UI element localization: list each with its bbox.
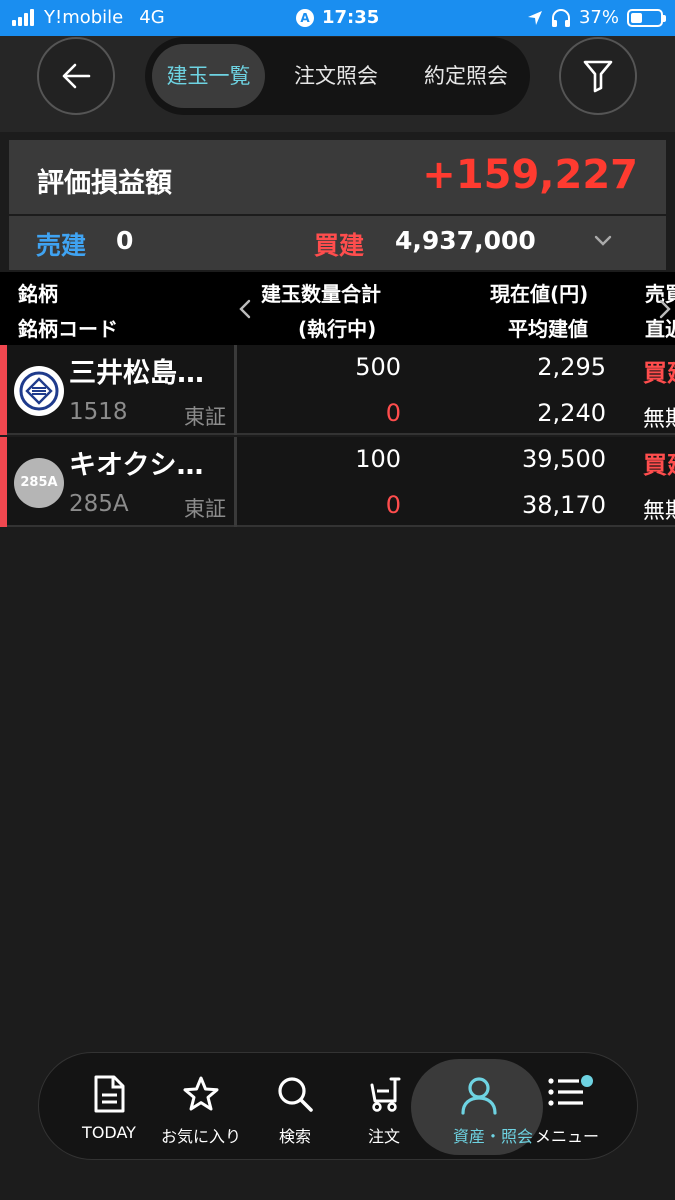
location-arrow-icon	[527, 10, 542, 25]
average-price: 38,170	[522, 491, 606, 519]
column-header-code: 銘柄コード	[18, 317, 118, 341]
tab-execution-inquiry[interactable]: 約定照会	[407, 44, 525, 108]
notification-dot-icon	[581, 1075, 593, 1087]
table-header: 銘柄 銘柄コード 建玉数量合計 (執行中) 現在値(円) 平均建値 売買 直近	[0, 272, 675, 345]
cart-icon	[370, 1077, 401, 1112]
buy-position-value: 4,937,000	[395, 226, 536, 255]
star-icon	[183, 1076, 219, 1111]
nav-assets-inquiry[interactable]: 資産・照会	[411, 1053, 543, 1161]
filter-button[interactable]	[559, 37, 637, 115]
column-header-name: 銘柄	[18, 282, 58, 306]
column-header-quantity: 建玉数量合計	[261, 282, 381, 306]
tab-order-inquiry[interactable]: 注文照会	[277, 44, 395, 108]
carrier-name: Y!mobile	[44, 7, 124, 28]
column-divider	[234, 437, 237, 527]
tab-group: 建玉一覧 注文照会 約定照会	[145, 37, 530, 115]
search-icon	[278, 1077, 313, 1112]
battery-icon	[627, 8, 666, 27]
headphones-icon	[551, 8, 570, 27]
chevron-left-icon[interactable]	[236, 298, 254, 320]
app-badge-icon: A	[296, 8, 314, 27]
status-bar: Y!mobile 4G A 17:35 37%	[0, 0, 675, 36]
executing-quantity: 0	[385, 399, 401, 427]
pnl-label: 評価損益額	[37, 168, 172, 199]
column-header-current-price: 現在値(円)	[490, 282, 589, 306]
header-bar: 建玉一覧 注文照会 約定照会	[0, 36, 675, 132]
column-header-executing: (執行中)	[298, 317, 377, 341]
sell-position-label: 売建	[36, 231, 87, 260]
stock-name: 三井松島…	[69, 358, 204, 389]
pnl-value: +159,227	[422, 152, 638, 198]
clock: 17:35	[322, 7, 380, 28]
network-type: 4G	[139, 7, 165, 28]
trade-side: 買建	[643, 451, 675, 479]
back-arrow-icon	[62, 63, 91, 89]
nav-label: メニュー	[534, 1127, 599, 1146]
person-icon	[461, 1077, 497, 1115]
nav-menu[interactable]: メニュー	[517, 1053, 617, 1161]
table-row[interactable]: 285A キオクシ… 285A 東証 100 0 39,500 38,170 買…	[0, 437, 675, 527]
average-price: 2,240	[537, 399, 606, 427]
sell-position-value: 0	[116, 226, 134, 255]
table-row[interactable]: 三井松島… 1518 東証 500 0 2,295 2,240 買建 無期限	[0, 345, 675, 435]
row-accent-bar	[0, 437, 7, 527]
filter-icon	[583, 60, 613, 93]
valuation-pnl-row: 評価損益額 +159,227	[9, 140, 666, 214]
recent-status: 無期限	[643, 499, 675, 524]
current-price: 39,500	[522, 445, 606, 473]
stock-code: 1518	[69, 399, 128, 425]
document-icon	[94, 1075, 125, 1113]
column-divider	[234, 345, 237, 435]
bottom-navigation: TODAY お気に入り 検索 注文 資産・照会 メニュー	[38, 1052, 638, 1160]
exchange-label: 東証	[184, 497, 226, 521]
chevron-down-icon[interactable]	[592, 230, 614, 252]
recent-status: 無期限	[643, 407, 675, 432]
position-quantity: 100	[355, 445, 401, 473]
position-totals-row[interactable]: 売建 0 買建 4,937,000	[9, 216, 666, 270]
back-button[interactable]	[37, 37, 115, 115]
positions-screen: Y!mobile 4G A 17:35 37% 建玉一覧 注文照会 約定照会 評…	[0, 0, 675, 1200]
stock-name: キオクシ…	[69, 450, 204, 481]
row-accent-bar	[0, 345, 7, 435]
buy-position-label: 買建	[314, 231, 365, 260]
column-header-average-price: 平均建値	[508, 317, 588, 341]
chevron-right-icon[interactable]	[656, 298, 674, 320]
executing-quantity: 0	[385, 491, 401, 519]
battery-percent: 37%	[578, 7, 619, 28]
trade-side: 買建	[643, 359, 675, 387]
company-logo-icon: 285A	[14, 458, 64, 508]
exchange-label: 東証	[184, 405, 226, 429]
position-quantity: 500	[355, 353, 401, 381]
company-logo-icon	[14, 366, 64, 416]
stock-code: 285A	[69, 491, 129, 517]
current-price: 2,295	[537, 353, 606, 381]
tab-positions[interactable]: 建玉一覧	[152, 44, 265, 108]
signal-strength-icon	[12, 9, 34, 26]
